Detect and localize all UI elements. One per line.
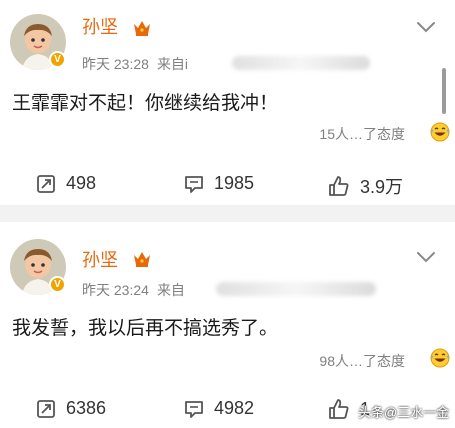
comment-icon <box>185 175 203 193</box>
repost-button[interactable]: 498 <box>36 173 96 194</box>
post-content: 我发誓，我以后再不搞选秀了。 <box>12 318 279 339</box>
post-separator <box>0 205 455 222</box>
crown-icon <box>134 252 150 267</box>
post-source: 来自 <box>156 282 185 298</box>
chevron-down-icon[interactable] <box>416 250 436 264</box>
watermark: 头条@三水一金 <box>358 405 450 420</box>
repost-count: 498 <box>66 173 97 193</box>
post-meta: 昨天 23:24 来自 <box>82 280 193 300</box>
post-time: 昨天 23:24 <box>82 282 149 298</box>
comment-button[interactable]: 4982 <box>184 398 254 419</box>
blurred-source <box>232 56 370 70</box>
repost-button[interactable]: 6386 <box>36 398 106 419</box>
attitude-text[interactable]: 15人…了态度 <box>319 124 405 144</box>
comment-button[interactable]: 1985 <box>184 173 254 194</box>
post-content: 王霏霏对不起！你继续给我冲！ <box>12 93 279 114</box>
blurred-source <box>216 282 376 296</box>
like-icon <box>329 399 349 419</box>
verified-badge-icon: V <box>49 276 66 293</box>
post-meta: 昨天 23:28 来自i <box>82 54 196 74</box>
username[interactable]: 孙坚 <box>82 13 118 39</box>
scrollbar[interactable] <box>442 68 446 114</box>
crown-icon <box>134 21 150 36</box>
like-count: 3.9万 <box>360 177 404 197</box>
like-icon <box>329 176 349 196</box>
like-button[interactable]: 3.9万 <box>328 173 403 199</box>
post-source: 来自i <box>156 56 189 72</box>
weibo-post-2: V 孙坚 昨天 23:24 来自 我发誓，我以后再不搞选秀了。 98人…了态度 6… <box>0 222 455 428</box>
post-time: 昨天 23:28 <box>82 56 149 72</box>
repost-icon <box>37 174 55 193</box>
comment-count: 1985 <box>214 173 255 193</box>
repost-icon <box>37 399 55 418</box>
chevron-down-icon[interactable] <box>416 20 436 34</box>
laugh-emoji-icon[interactable] <box>430 348 450 368</box>
verified-badge-icon: V <box>49 51 66 68</box>
weibo-post-1: V 孙坚 昨天 23:28 来自i 王霏霏对不起！你继续给我冲！ 15人…了态度 … <box>0 0 455 205</box>
username[interactable]: 孙坚 <box>82 246 118 272</box>
action-bar: 498 1985 3.9万 <box>0 173 455 197</box>
repost-count: 6386 <box>66 398 107 418</box>
attitude-text[interactable]: 98人…了态度 <box>319 351 405 371</box>
laugh-emoji-icon[interactable] <box>430 122 450 142</box>
comment-icon <box>185 400 203 418</box>
comment-count: 4982 <box>214 398 255 418</box>
